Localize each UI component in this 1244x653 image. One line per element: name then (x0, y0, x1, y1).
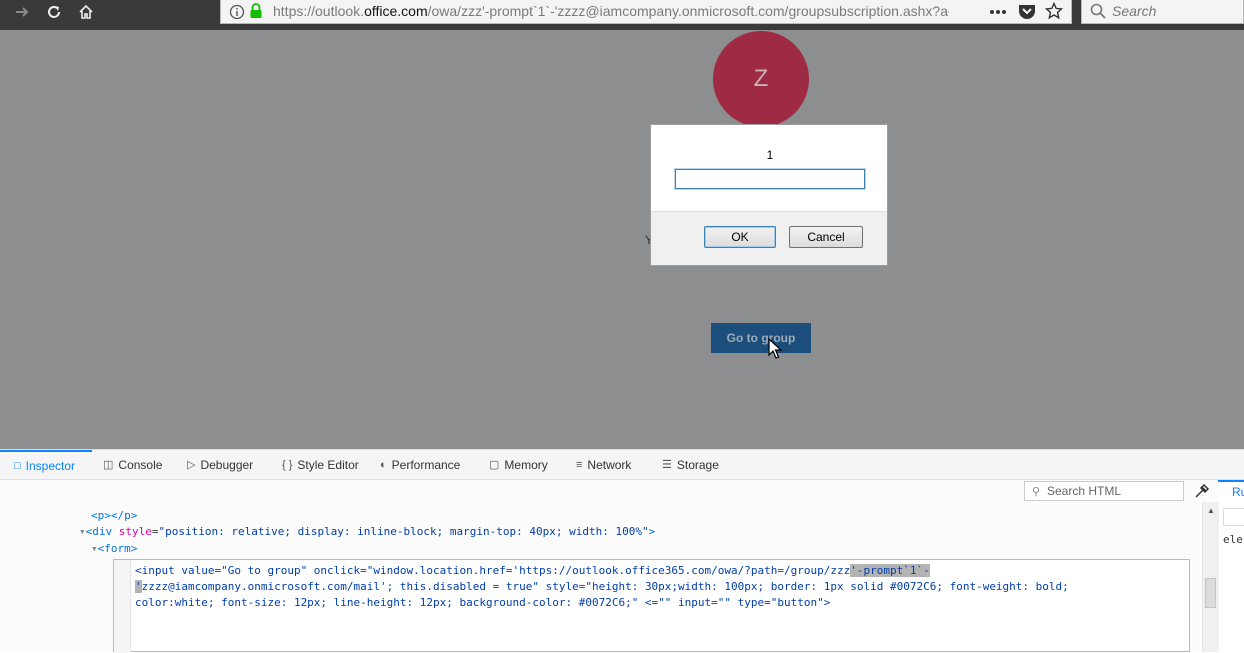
info-icon[interactable] (229, 4, 245, 20)
expand-triangle-icon[interactable]: ▾ (91, 542, 98, 555)
home-icon (79, 4, 93, 19)
mouse-cursor-icon (768, 338, 782, 359)
editor-gutter (114, 560, 131, 653)
editor-line-3: color:white; font-size: 12px; line-heigh… (135, 595, 830, 611)
tree-node-div[interactable]: ▾<div style="position: relative; display… (79, 524, 655, 540)
dialog-body (651, 125, 887, 211)
tab-label: Style Editor (297, 457, 359, 472)
url-bar[interactable]: https://outlook.office.com/owa/zzz'-prom… (220, 0, 1072, 24)
editor-line-2-text: zzzz@iamcompany.onmicrosoft.com/mail'; t… (141, 580, 1069, 593)
editor-line-1-text: <input value="Go to group" onclick="wind… (135, 564, 851, 577)
markup-scrollbar[interactable]: ▲ (1202, 502, 1219, 652)
tab-label: Performance (391, 457, 461, 472)
search-bar[interactable]: Search (1081, 0, 1244, 24)
tab-network[interactable]: ≡ Network (576, 450, 631, 479)
console-icon: ◫ (103, 459, 114, 471)
rules-sidebar: ele (1218, 502, 1244, 652)
scrollbar-thumb[interactable] (1205, 578, 1216, 608)
pocket-icon[interactable] (1018, 3, 1036, 20)
performance-icon: ◐ (380, 458, 387, 471)
inspector-icon: □ (14, 459, 21, 472)
search-placeholder: Search (1112, 3, 1157, 19)
search-html-input[interactable]: ⚲ Search HTML (1024, 481, 1184, 501)
expand-triangle-icon[interactable]: ▾ (79, 525, 86, 538)
dialog-button-bar: OK Cancel (651, 211, 887, 265)
forward-arrow-icon (16, 7, 29, 17)
page-actions-icon[interactable] (989, 9, 1007, 15)
search-icon (1090, 3, 1106, 19)
tab-rules[interactable]: Ru (1218, 480, 1244, 502)
go-to-group-button[interactable]: Go to group (711, 323, 811, 353)
lock-icon (250, 3, 262, 18)
editor-selection: '-prompt`1`- (850, 564, 930, 577)
rules-element-text: ele (1223, 533, 1243, 546)
url-text: https://outlook.office.com/owa/zzz'-prom… (273, 3, 949, 19)
tab-style-editor[interactable]: { } Style Editor (282, 450, 359, 479)
div-tag: div (92, 525, 113, 538)
scroll-up-icon[interactable]: ▲ (1207, 506, 1215, 515)
reload-icon (48, 6, 60, 18)
div-attr-value: "position: relative; display: inline-blo… (158, 525, 649, 538)
devtools-tabbar: □ Inspector ◫ Console ▷ Debugger { } Sty… (0, 450, 1244, 480)
group-avatar: Z (713, 31, 809, 127)
tab-label: Storage (676, 457, 719, 472)
p-tag: <p></p> (91, 509, 138, 522)
url-prefix: https://outlook. (273, 3, 365, 19)
rules-tab-label: Ru (1232, 485, 1244, 499)
prompt-dialog: 1 OK Cancel (650, 124, 888, 266)
prompt-input[interactable] (674, 168, 866, 190)
search-html-placeholder: Search HTML (1047, 484, 1122, 498)
editor-line-1: <input value="Go to group" onclick="wind… (135, 563, 930, 579)
avatar-letter: Z (753, 65, 769, 92)
tree-node-form[interactable]: ▾<form> (91, 541, 137, 557)
devtools-panel: □ Inspector ◫ Console ▷ Debugger { } Sty… (0, 449, 1244, 653)
bookmark-star-icon[interactable] (1045, 2, 1063, 20)
browser-toolbar: https://outlook.office.com/owa/zzz'-prom… (0, 0, 1244, 30)
editor-line-3-text: color:white; font-size: 12px; line-heigh… (135, 596, 831, 609)
tab-storage[interactable]: ☰ Storage (662, 450, 719, 479)
style-editor-icon: { } (282, 458, 293, 471)
tab-memory[interactable]: ▢ Memory (489, 450, 548, 479)
ok-button[interactable]: OK (704, 226, 776, 248)
url-domain: office.com (364, 3, 428, 19)
editor-line-2: 'zzzz@iamcompany.onmicrosoft.com/mail'; … (135, 579, 1069, 595)
cancel-button[interactable]: Cancel (789, 226, 863, 248)
url-suffix: /owa/zzz'-prompt`1`-'zzzz@iamcompany.onm… (427, 3, 949, 19)
tree-node-p[interactable]: <p></p> (91, 508, 137, 524)
debugger-icon: ▷ (187, 459, 196, 471)
tab-label: Memory (504, 457, 548, 472)
tab-console[interactable]: ◫ Console (103, 450, 162, 479)
tab-debugger[interactable]: ▷ Debugger (187, 450, 253, 479)
tab-label: Inspector (25, 458, 76, 473)
html-edit-box[interactable]: <input value="Go to group" onclick="wind… (113, 559, 1190, 653)
tab-label: Debugger (200, 457, 254, 472)
eyedropper-icon[interactable] (1194, 483, 1210, 499)
tab-performance[interactable]: ◐ Performance (380, 450, 460, 479)
memory-icon: ▢ (489, 459, 500, 471)
search-icon: ⚲ (1032, 486, 1041, 498)
tab-inspector[interactable]: □ Inspector (0, 450, 92, 479)
reload-button[interactable] (42, 0, 66, 24)
page-overlay: Z Y Go to group 1 OK Cancel (0, 30, 1244, 449)
tab-label: Console (118, 457, 163, 472)
editor-selection: ' (135, 580, 142, 593)
div-attr-name: style (118, 525, 152, 538)
network-icon: ≡ (576, 458, 583, 471)
forward-button[interactable] (10, 0, 34, 24)
rules-filter-input[interactable] (1223, 508, 1244, 526)
dialog-message: 1 (766, 148, 774, 162)
home-button[interactable] (74, 0, 98, 24)
storage-icon: ☰ (662, 459, 672, 471)
tab-label: Network (587, 457, 632, 472)
form-tag: <form> (97, 542, 138, 555)
